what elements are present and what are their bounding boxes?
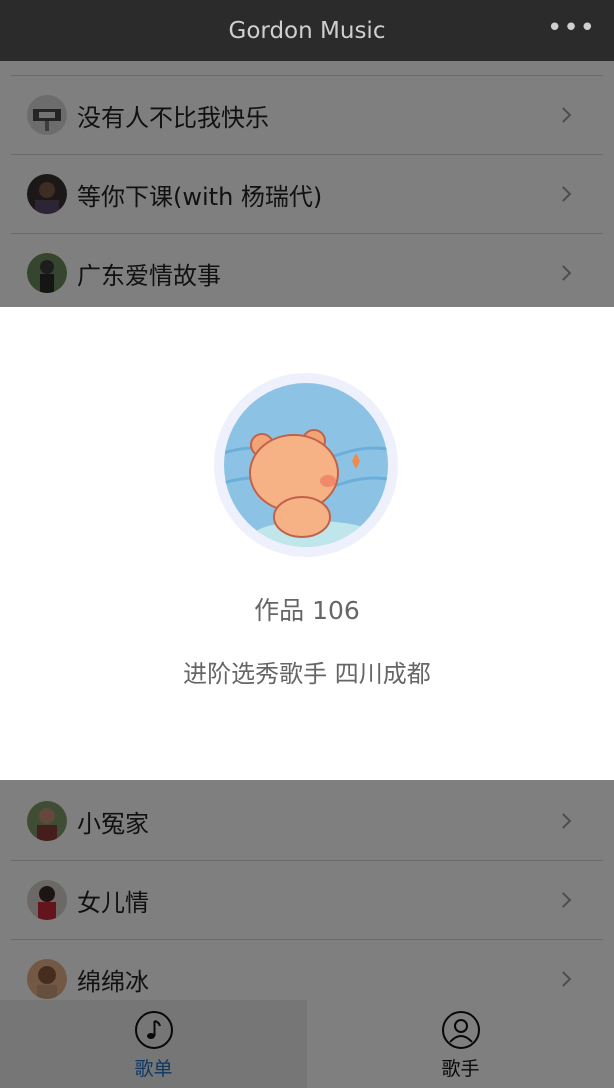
app-title: Gordon Music xyxy=(228,17,386,44)
singer-info-modal: 作品 106 进阶选秀歌手 四川成都 xyxy=(0,307,614,780)
singer-avatar xyxy=(214,373,398,557)
bear-avatar-icon xyxy=(224,383,388,547)
works-count: 作品 106 xyxy=(254,596,360,625)
top-bar: Gordon Music ••• xyxy=(0,0,614,61)
more-dots-icon[interactable]: ••• xyxy=(547,15,596,41)
singer-description: 进阶选秀歌手 四川成都 xyxy=(183,660,431,688)
